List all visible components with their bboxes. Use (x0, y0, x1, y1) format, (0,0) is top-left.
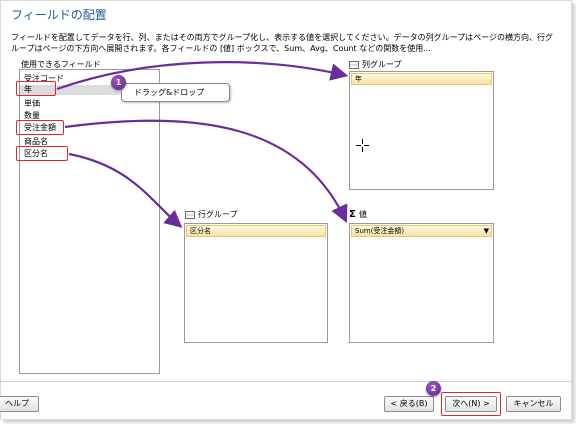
highlight-next-button (441, 392, 501, 416)
step-badge-1: 1 (111, 75, 126, 90)
step-badge-2: 2 (426, 381, 441, 396)
drag-arrows (56, 61, 349, 228)
cancel-button[interactable]: キャンセル (506, 396, 561, 412)
arrow-category-to-rows (68, 152, 183, 228)
back-button[interactable]: < 戻る(B) (384, 396, 434, 412)
arrow-amount-to-values (64, 119, 348, 223)
wizard-window: フィールドの配置 フィールドを配置してデータを行、列、またはその両方でグループ化… (0, 0, 573, 420)
arrow-year-to-columns (56, 61, 349, 91)
help-button[interactable]: ヘルプ (0, 396, 39, 412)
footer-separator (1, 381, 573, 382)
